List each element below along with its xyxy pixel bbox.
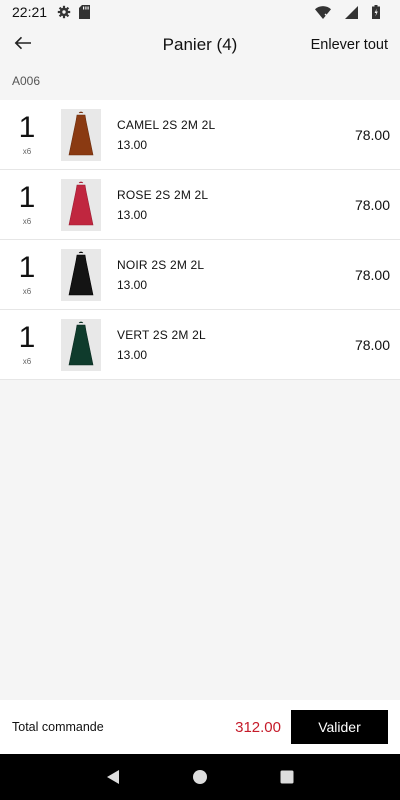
cart-item[interactable]: 1 x6 ROSE 2S 2M 2L 13.00 78.00 [0,170,400,240]
product-thumbnail[interactable] [61,318,101,371]
total-amount: 312.00 [235,718,281,736]
item-unit-price: 13.00 [117,207,148,222]
quantity-block[interactable]: 1 x6 [0,321,54,367]
item-name: CAMEL 2S 2M 2L [117,117,216,132]
nav-back-button[interactable] [101,765,125,789]
item-unit-price: 13.00 [117,137,148,152]
quantity-value: 1 [18,321,36,354]
item-total: 78.00 [354,127,390,143]
cart-list: 1 x6 CAMEL 2S 2M 2L 13.00 78.00 1 x6 ROS… [0,100,400,380]
item-info: CAMEL 2S 2M 2L 13.00 [117,118,215,152]
product-thumbnail[interactable] [61,178,101,231]
item-unit-price: 13.00 [117,277,148,292]
cart-item[interactable]: 1 x6 CAMEL 2S 2M 2L 13.00 78.00 [0,100,400,170]
home-circle-icon [192,770,207,784]
item-total: 78.00 [354,337,390,353]
item-info: VERT 2S 2M 2L 13.00 [117,328,206,362]
signal-icon [345,5,358,19]
pack-size: x6 [22,287,32,296]
quantity-value: 1 [18,181,36,214]
recents-square-icon [280,770,294,784]
quantity-block[interactable]: 1 x6 [0,181,54,227]
app-header: Panier (4) Enlever tout [0,24,400,66]
item-name: NOIR 2S 2M 2L [117,257,205,272]
cart-item[interactable]: 1 x6 NOIR 2S 2M 2L 13.00 78.00 [0,240,400,310]
item-name: ROSE 2S 2M 2L [117,187,209,202]
dress-icon [68,111,94,155]
dress-icon [68,181,94,225]
nav-home-button[interactable] [188,765,212,789]
status-time: 22:21 [12,4,48,20]
nav-recents-button[interactable] [275,765,299,789]
item-info: ROSE 2S 2M 2L 13.00 [117,188,208,222]
dress-icon [68,321,94,365]
status-bar: 22:21 [0,0,400,24]
item-name: VERT 2S 2M 2L [117,327,206,342]
battery-icon [372,5,380,19]
product-thumbnail[interactable] [61,248,101,301]
arrow-left-icon [14,36,32,55]
item-total: 78.00 [354,197,390,213]
total-label: Total commande [12,720,104,734]
quantity-value: 1 [18,111,36,144]
item-unit-price: 13.00 [117,347,148,362]
pack-size: x6 [22,357,32,366]
quantity-block[interactable]: 1 x6 [0,111,54,157]
pack-size: x6 [22,147,32,156]
quantity-value: 1 [18,251,36,284]
sd-card-icon [79,5,91,19]
back-button[interactable] [0,24,46,66]
section-label: A006 [12,74,41,88]
dress-icon [68,251,94,295]
order-footer: Total commande 312.00 Valider [0,700,400,754]
system-nav-bar [0,754,400,800]
back-triangle-icon [107,770,120,784]
clear-all-button[interactable]: Enlever tout [311,37,400,53]
quantity-block[interactable]: 1 x6 [0,251,54,297]
product-thumbnail[interactable] [61,108,101,161]
gear-icon [57,5,71,19]
item-info: NOIR 2S 2M 2L 13.00 [117,258,204,292]
item-total: 78.00 [354,267,390,283]
validate-button[interactable]: Valider [291,710,388,744]
wifi-icon [315,5,331,19]
pack-size: x6 [22,217,32,226]
cart-item[interactable]: 1 x6 VERT 2S 2M 2L 13.00 78.00 [0,310,400,380]
